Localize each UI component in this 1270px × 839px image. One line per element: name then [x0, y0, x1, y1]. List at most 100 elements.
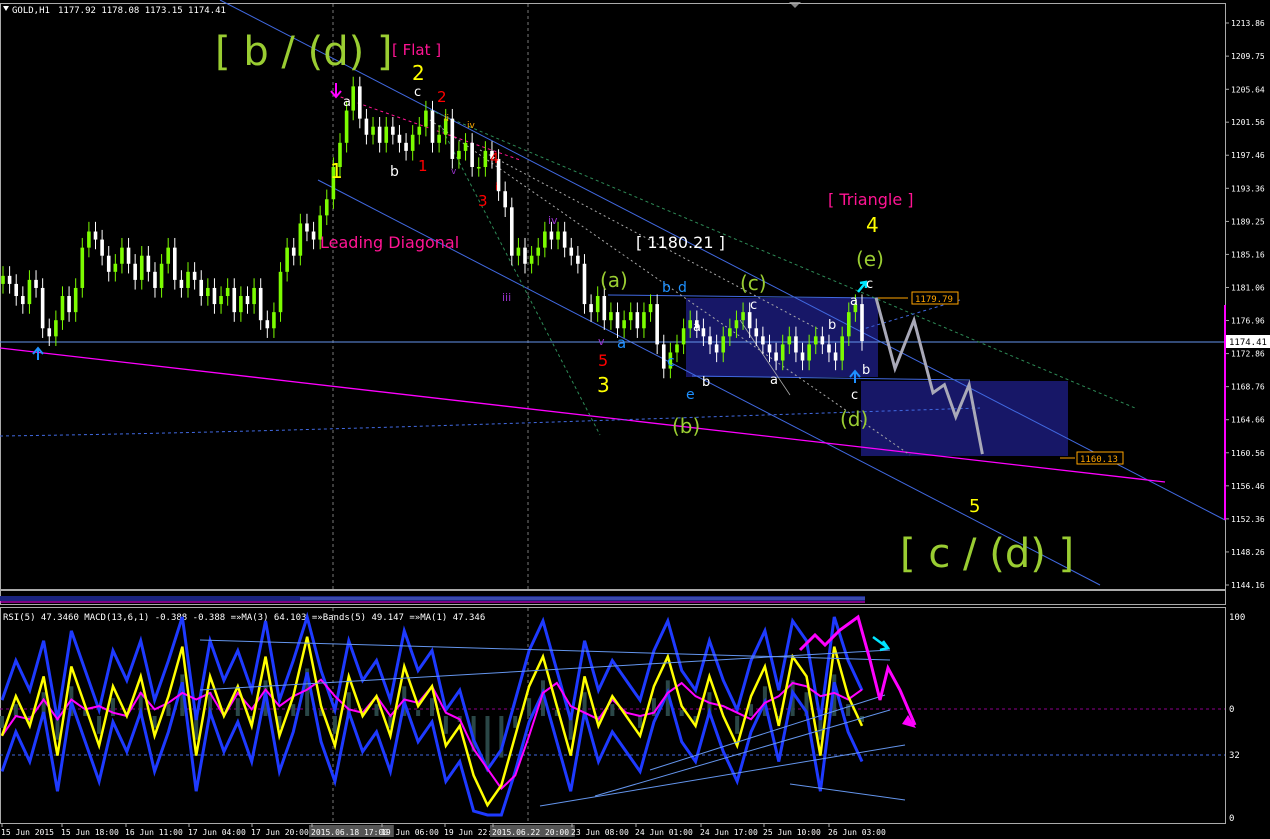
- macd-bar: [416, 710, 421, 716]
- candle-body: [179, 279, 184, 288]
- candle-body: [595, 296, 600, 313]
- candle-body: [73, 287, 78, 313]
- wave-label: iv: [467, 121, 476, 131]
- price-tick-label: 1176.96: [1231, 317, 1265, 326]
- candle-body: [708, 336, 712, 345]
- candle-body: [794, 336, 798, 353]
- candle-body: [681, 328, 686, 345]
- candle-body: [364, 118, 369, 135]
- candle-body: [166, 247, 170, 264]
- wave-label: (e): [856, 247, 884, 271]
- time-tick-label: 25 Jun 10:00: [763, 828, 821, 837]
- candle-body: [602, 296, 607, 321]
- wave-label: v: [598, 335, 605, 348]
- current-price-label: 1174.41: [1229, 338, 1267, 348]
- candle-body: [463, 142, 468, 151]
- price-tick-label: 1172.86: [1231, 350, 1265, 359]
- wave-label: [ Triangle ]: [828, 190, 914, 209]
- price-tick-label: 1185.16: [1231, 250, 1265, 259]
- wave-label: v: [451, 167, 457, 177]
- wave-label: 3: [597, 373, 610, 397]
- candle-body: [377, 126, 382, 143]
- candle-body: [450, 118, 455, 159]
- candle-body: [219, 296, 223, 305]
- candle-body: [860, 304, 864, 342]
- candle-body: [133, 263, 137, 280]
- candle-body: [278, 271, 283, 313]
- time-tick-label: 2015.06.22 20:00: [492, 828, 569, 837]
- candle-body: [483, 150, 488, 168]
- candle-body: [648, 304, 653, 313]
- level-1179-label: 1179.79: [915, 295, 953, 305]
- candle-body: [622, 320, 626, 329]
- wave-label: 4: [866, 213, 879, 237]
- candle-body: [153, 271, 157, 288]
- price-tick-label: 1181.06: [1231, 283, 1265, 292]
- macd-bar: [485, 716, 490, 770]
- candle-body: [173, 247, 177, 280]
- price-tick-label: 1148.26: [1231, 548, 1265, 557]
- time-tick-label: 26 Jun 03:00: [828, 828, 886, 837]
- candle-body: [87, 231, 91, 248]
- candle-body: [93, 231, 98, 240]
- candle-body: [14, 283, 19, 297]
- candle-body: [80, 247, 85, 288]
- candle-body: [34, 279, 38, 288]
- price-tick-label: 1201.56: [1231, 118, 1265, 127]
- candle-body: [820, 336, 825, 345]
- candle-body: [21, 296, 25, 305]
- time-tick-label: 17 Jun 04:00: [188, 828, 246, 837]
- candle-body: [774, 352, 778, 361]
- time-tick-label: 24 Jun 17:00: [700, 828, 758, 837]
- candle-body: [206, 287, 210, 297]
- candle-body: [40, 287, 45, 329]
- candle-body: [661, 344, 666, 369]
- candle-body: [410, 134, 415, 151]
- candle-body: [192, 271, 197, 280]
- candle-body: [252, 287, 256, 305]
- candle-body: [741, 312, 745, 321]
- time-tick-label: 19 Jun 06:00: [381, 828, 439, 837]
- price-tick-label: 1152.36: [1231, 515, 1265, 524]
- macd-bar: [679, 710, 684, 716]
- wave-label: [ c / (d) ]: [900, 531, 1074, 577]
- trading-chart[interactable]: GOLD,H1 1177.92 1178.08 1173.15 1174.41: [0, 0, 1270, 839]
- candle-body: [47, 328, 52, 337]
- wave-label: Leading Diagonal: [320, 233, 459, 252]
- time-tick-label: 23 Jun 08:00: [571, 828, 629, 837]
- wave-label: a: [770, 373, 778, 388]
- candle-body: [556, 231, 560, 240]
- macd-bar: [166, 704, 171, 716]
- candle-body: [642, 312, 646, 329]
- price-tick-label: 1156.46: [1231, 482, 1265, 491]
- wave-label: b: [862, 363, 870, 378]
- candle-body: [476, 167, 481, 169]
- candle-body: [159, 263, 164, 288]
- candle-body: [424, 110, 428, 127]
- macd-bar: [430, 698, 434, 716]
- macd-bar: [97, 716, 102, 734]
- candle-body: [397, 134, 402, 143]
- wave-label: [ 1180.21 ]: [636, 233, 725, 252]
- macd-bar: [638, 716, 643, 728]
- wave-label: b: [702, 375, 710, 390]
- macd-bar: [374, 704, 379, 716]
- wave-label: (c): [740, 271, 767, 295]
- candle-body: [54, 320, 58, 337]
- wave-label: (d): [840, 407, 868, 431]
- wave-label: 3: [478, 192, 488, 210]
- candle-body: [272, 312, 276, 329]
- candle-body: [258, 287, 263, 321]
- macd-bar: [291, 704, 296, 716]
- candle-body: [7, 275, 12, 284]
- candle-body: [543, 231, 547, 248]
- candle-body: [470, 142, 474, 168]
- svg-text:0: 0: [1229, 814, 1234, 824]
- candle-body: [285, 247, 289, 272]
- wave-label: c: [667, 354, 675, 370]
- candle-body: [212, 287, 217, 305]
- wave-label: a: [617, 334, 626, 352]
- price-tick-label: 1193.36: [1231, 184, 1265, 193]
- time-tick-label: 24 Jun 01:00: [635, 828, 693, 837]
- price-tick-label: 1197.46: [1231, 151, 1265, 160]
